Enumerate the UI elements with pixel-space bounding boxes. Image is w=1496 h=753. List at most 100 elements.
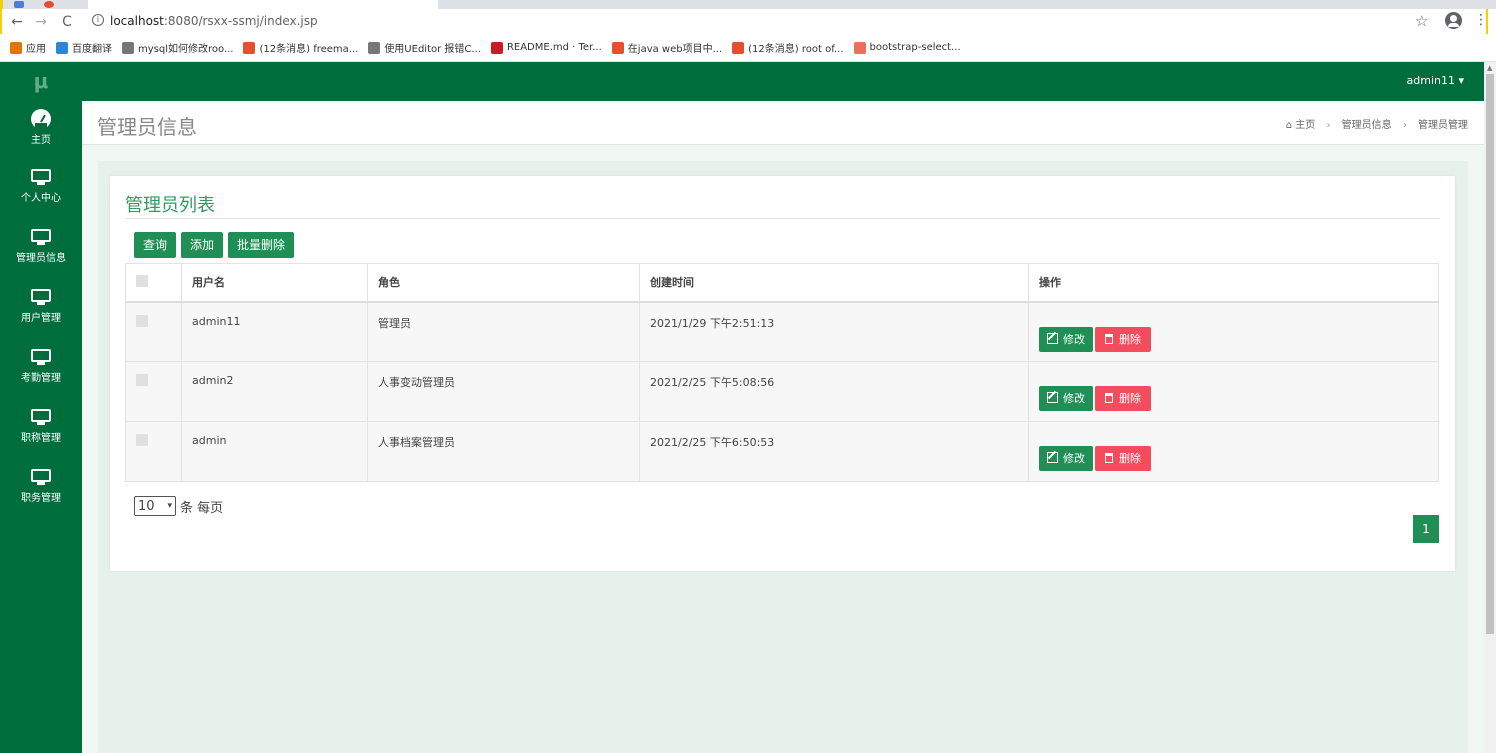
bookmark-item[interactable]: 使用UEditor 报错C...	[368, 40, 481, 55]
active-tab[interactable]	[88, 0, 438, 9]
stand-shape	[37, 182, 45, 185]
bookmark-item[interactable]: mysql如何修改roo...	[122, 40, 233, 55]
divider	[125, 218, 1440, 219]
edit-button[interactable]: 修改	[1039, 446, 1093, 471]
breadcrumb-current: 管理员管理	[1418, 120, 1468, 131]
bookmark-item[interactable]: 应用	[10, 40, 46, 55]
select-cell	[125, 421, 182, 482]
user-menu[interactable]: admin11 ▾	[1407, 74, 1464, 87]
info-icon[interactable]: i	[92, 14, 104, 26]
column-header-actions: 操作	[1028, 263, 1439, 303]
gitee-icon	[490, 41, 503, 54]
delete-label: 删除	[1119, 452, 1141, 465]
sidebar-item[interactable]: 职称管理	[0, 401, 82, 461]
bookmark-label: 应用	[26, 44, 46, 55]
jianshu-icon	[853, 41, 866, 54]
breadcrumb-home[interactable]: 主页	[1295, 120, 1315, 131]
edit-label: 修改	[1063, 332, 1085, 346]
trash-icon	[1105, 453, 1113, 463]
bookmark-label: bootstrap-select...	[869, 42, 961, 53]
row-checkbox[interactable]	[136, 374, 148, 386]
cell-username: admin	[181, 421, 368, 482]
forward-icon[interactable]: →	[32, 13, 50, 31]
bookmark-star-icon[interactable]: ☆	[1415, 12, 1428, 30]
bookmark-item[interactable]: (12条消息) root of...	[732, 40, 844, 55]
sidebar-item[interactable]: 管理员信息	[0, 221, 82, 281]
scrollbar-thumb[interactable]	[1486, 74, 1494, 634]
scroll-up-icon[interactable]: ▲	[1487, 64, 1492, 72]
breadcrumb-separator: ›	[1402, 120, 1407, 131]
account-icon[interactable]	[1445, 12, 1462, 29]
chevron-down-icon: ▾	[167, 501, 172, 511]
cell-role: 管理员	[367, 301, 640, 362]
edit-icon	[1047, 392, 1058, 403]
reload-icon[interactable]: C	[58, 13, 76, 31]
delete-button[interactable]: 删除	[1095, 386, 1151, 411]
bookmark-item[interactable]: 在java web项目中...	[611, 40, 723, 55]
delete-button[interactable]: 删除	[1095, 326, 1151, 352]
sidebar-item[interactable]: 考勤管理	[0, 341, 82, 401]
bookmarks-bar: 应用 百度翻译 mysql如何修改roo... (12条消息) freema... 使用…	[0, 34, 1496, 62]
stand-shape	[37, 302, 45, 305]
csdn-icon	[122, 41, 134, 54]
bookmark-label: 百度翻译	[72, 44, 112, 55]
row-checkbox[interactable]	[136, 434, 148, 446]
sidebar-item[interactable]: 个人中心	[0, 161, 82, 221]
edit-button[interactable]: 修改	[1039, 386, 1093, 411]
breadcrumb-section[interactable]: 管理员信息	[1342, 120, 1392, 131]
bookmark-item[interactable]: README.md · Ter...	[490, 41, 602, 54]
sidebar-item[interactable]: 用户管理	[0, 281, 82, 341]
row-checkbox[interactable]	[136, 314, 148, 327]
dashboard-icon	[31, 109, 51, 129]
back-icon[interactable]: ←	[8, 13, 26, 31]
sidebar-item-label: 职务管理	[21, 493, 61, 504]
sidebar-item-label: 个人中心	[21, 193, 61, 204]
page-size-select[interactable]: 10 ▾	[134, 496, 176, 516]
dial-cut	[35, 123, 47, 129]
page-size-value: 10	[138, 498, 155, 514]
sidebar-item[interactable]: 职务管理	[0, 461, 82, 521]
add-button[interactable]: 添加	[181, 232, 224, 258]
screen-shape	[31, 349, 51, 362]
select-all-checkbox[interactable]	[136, 274, 148, 287]
edit-button[interactable]: 修改	[1039, 326, 1093, 352]
screen-shape	[31, 409, 51, 422]
bookmark-label: (12条消息) root of...	[748, 44, 844, 55]
edit-label: 修改	[1063, 392, 1085, 405]
monitor-icon	[31, 289, 51, 305]
page-size-control: 10 ▾ 条 每页	[134, 496, 223, 516]
batch-delete-button[interactable]: 批量删除	[228, 232, 295, 258]
monitor-icon	[31, 229, 51, 245]
topbar: admin11 ▾	[82, 62, 1484, 101]
address-bar[interactable]: localhost:8080/rsxx-ssmj/index.jsp	[110, 14, 318, 28]
select-all-cell	[125, 263, 182, 303]
trash-icon	[1105, 333, 1113, 344]
cell-username: admin2	[181, 361, 368, 422]
scrollbar[interactable]: ▲	[1484, 62, 1496, 753]
query-button[interactable]: 查询	[134, 232, 177, 258]
pagination-page-1[interactable]: 1	[1413, 515, 1439, 543]
browser-toolbar: ← → C i localhost:8080/rsxx-ssmj/index.j…	[0, 9, 1496, 34]
csdn-icon	[368, 41, 381, 54]
bookmark-item[interactable]: bootstrap-select...	[853, 41, 961, 54]
column-header-role: 角色	[367, 263, 640, 303]
delete-label: 删除	[1119, 392, 1141, 405]
delete-button[interactable]: 删除	[1095, 446, 1151, 471]
column-header-username: 用户名	[181, 263, 368, 303]
sidebar-item[interactable]: 主页	[0, 101, 82, 161]
page-size-label: 条 每页	[180, 500, 224, 516]
row-actions: 修改 删除	[1039, 446, 1428, 471]
sidebar-item-label: 职称管理	[21, 433, 61, 444]
apps-grid-icon	[10, 41, 22, 54]
stand-shape	[37, 242, 45, 245]
table-row: admin11 管理员 2021/1/29 下午2:51:13 修改 删除	[125, 301, 1439, 362]
logo[interactable]: μ	[0, 62, 82, 101]
cell-role: 人事档案管理员	[367, 421, 640, 482]
monitor-icon	[31, 349, 51, 365]
bookmark-label: 使用UEditor 报错C...	[384, 44, 481, 55]
table-header-row: 用户名 角色 创建时间 操作	[125, 263, 1439, 303]
home-icon: ⌂	[1285, 120, 1293, 131]
bookmark-label: 在java web项目中...	[627, 44, 723, 55]
bookmark-item[interactable]: 百度翻译	[56, 40, 112, 55]
bookmark-item[interactable]: (12条消息) freema...	[243, 40, 358, 55]
